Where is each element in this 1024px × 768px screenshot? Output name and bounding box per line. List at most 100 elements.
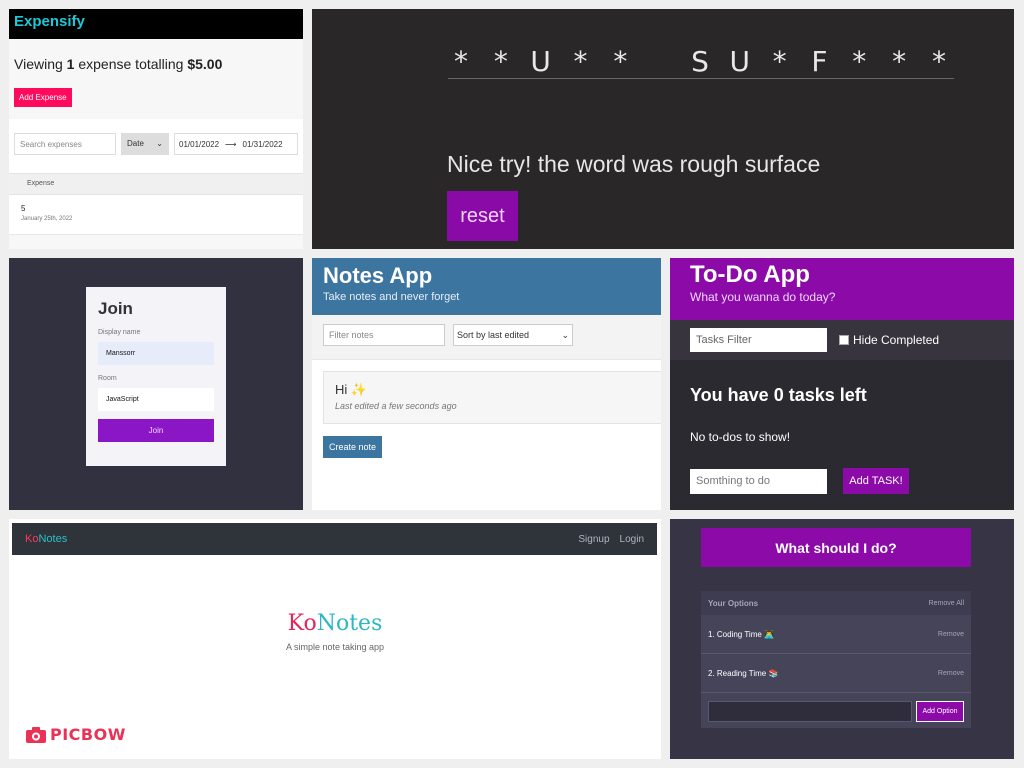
hide-completed-checkbox[interactable] (839, 335, 849, 345)
login-link[interactable]: Login (620, 534, 644, 545)
puzzle-letter: U (729, 45, 751, 78)
filter-notes-input[interactable]: Filter notes (323, 324, 445, 346)
puzzle-letter: * (493, 45, 508, 78)
brand-ko: Ko (25, 533, 39, 545)
sort-notes-value: Sort by last edited (457, 330, 530, 340)
list-item[interactable]: Hi ✨ Last edited a few seconds ago (323, 371, 661, 424)
option-text: 2. Reading Time 📚 (708, 668, 779, 678)
puzzle-letter: * (892, 45, 907, 78)
new-task-input[interactable]: Somthing to do (690, 468, 827, 494)
summary-prefix: Viewing (14, 56, 63, 72)
notes-app: Notes App Take notes and never forget Fi… (312, 258, 661, 510)
summary-mid: expense totalling (78, 56, 184, 72)
options-panel-header: Your Options Remove All (701, 591, 971, 615)
todo-app: To-Do App What you wanna do today? Tasks… (670, 258, 1014, 510)
room-label: Room (98, 375, 117, 382)
notes-subtitle: Take notes and never forget (323, 291, 460, 303)
notes-header: Notes App Take notes and never forget (312, 258, 661, 315)
konotes-app: KoNotes Signup Login KoNotes A simple no… (9, 519, 661, 759)
summary-count: 1 (66, 56, 75, 72)
hide-completed-toggle[interactable]: Hide Completed (839, 333, 939, 347)
puzzle-letter: * (573, 45, 588, 78)
expensify-header: Expensify (9, 9, 303, 39)
indecision-app: What should I do? Your Options Remove Al… (670, 519, 1014, 759)
hero-notes: Notes (316, 611, 383, 636)
search-expenses-input[interactable]: Search expenses (14, 133, 116, 155)
puzzle-letter: * (613, 45, 628, 78)
room-input[interactable]: JavaScript (98, 388, 214, 411)
puzzle-underline (448, 78, 954, 79)
expense-table-header: Expense (9, 173, 303, 195)
table-row[interactable]: 5 January 25th, 2022 (9, 195, 303, 235)
hangman-game: * * U * * S U * F * * * Nice try! the wo… (312, 9, 1014, 249)
konotes-navbar: KoNotes Signup Login (12, 523, 657, 555)
options-title: Your Options (708, 598, 759, 608)
new-option-input[interactable] (708, 701, 912, 722)
tasks-filter-input[interactable]: Tasks Filter (690, 328, 827, 352)
sort-notes-select[interactable]: Sort by last edited ⌄ (453, 324, 573, 346)
expense-filters: Search expenses Date ⌄ 01/01/2022 ⟶ 01/3… (9, 119, 303, 173)
expense-amount: 5 (21, 204, 26, 213)
puzzle-letter: * (931, 45, 946, 78)
add-task-form: Somthing to do Add TASK! (690, 468, 994, 494)
todo-filters: Tasks Filter Hide Completed (670, 320, 1014, 360)
puzzle-letter: * (772, 45, 787, 78)
display-name-label: Display name (98, 329, 141, 336)
word-puzzle: * * U * * S U * F * * * (448, 45, 952, 78)
arrow-right-icon: ⟶ (225, 140, 237, 149)
add-task-button[interactable]: Add TASK! (843, 468, 909, 494)
option-text: 1. Coding Time 👨‍💻 (708, 629, 774, 639)
note-edited-time: Last edited a few seconds ago (335, 401, 457, 411)
konotes-brand[interactable]: KoNotes (25, 533, 67, 545)
tasks-left-summary: You have 0 tasks left (690, 385, 867, 405)
brand-notes: Notes (38, 533, 68, 545)
game-status-message: Nice try! the word was rough surface (447, 151, 821, 177)
note-title: Hi ✨ (335, 382, 368, 397)
notes-title: Notes App (323, 263, 433, 288)
start-date[interactable]: 01/01/2022 (179, 140, 219, 149)
puzzle-letter: S (691, 45, 709, 78)
expensify-app: Expensify Viewing 1 expense totalling $5… (9, 9, 303, 249)
notes-filters: Filter notes Sort by last edited ⌄ (312, 315, 661, 360)
list-item: 2. Reading Time 📚 Remove (701, 654, 971, 693)
sort-by-value: Date (127, 139, 144, 148)
konotes-hero: KoNotes A simple note taking app (9, 611, 661, 652)
expense-summary: Viewing 1 expense totalling $5.00 (14, 56, 298, 72)
sort-by-select[interactable]: Date ⌄ (121, 133, 169, 155)
add-expense-button[interactable]: Add Expense (14, 88, 72, 107)
signup-link[interactable]: Signup (578, 534, 609, 545)
add-option-button[interactable]: Add Option (916, 701, 964, 722)
todo-header: To-Do App What you wanna do today? (670, 258, 1014, 320)
puzzle-letter: * (852, 45, 867, 78)
watermark-logo: PICBOW (25, 725, 126, 744)
date-range-picker[interactable]: 01/01/2022 ⟶ 01/31/2022 (174, 133, 298, 155)
hero-subtitle: A simple note taking app (285, 642, 385, 652)
camera-icon (26, 726, 46, 743)
chat-join-app: Join Display name Manssorr Room JavaScri… (9, 258, 303, 510)
join-button[interactable]: Join (98, 419, 214, 442)
join-card: Join Display name Manssorr Room JavaScri… (86, 287, 226, 466)
remove-all-button[interactable]: Remove All (929, 600, 964, 607)
puzzle-letter (647, 45, 673, 78)
puzzle-letter: * (454, 45, 468, 78)
chevron-down-icon: ⌄ (156, 139, 163, 148)
hero-ko: Ko (287, 611, 317, 636)
what-should-i-do-button[interactable]: What should I do? (701, 528, 971, 567)
expensify-title[interactable]: Expensify (14, 13, 85, 30)
todo-title: To-Do App (690, 261, 810, 288)
chevron-down-icon: ⌄ (561, 330, 569, 340)
puzzle-letter: F (811, 45, 828, 78)
options-panel: Your Options Remove All 1. Coding Time 👨… (701, 591, 971, 728)
display-name-input[interactable]: Manssorr (98, 342, 214, 365)
reset-button[interactable]: reset (447, 191, 518, 241)
hide-completed-label: Hide Completed (853, 333, 940, 347)
remove-option-button[interactable]: Remove (938, 670, 964, 677)
nav-links: Signup Login (578, 534, 644, 545)
end-date[interactable]: 01/31/2022 (243, 140, 283, 149)
empty-message: No to-dos to show! (690, 430, 791, 444)
remove-option-button[interactable]: Remove (938, 631, 964, 638)
list-item: 1. Coding Time 👨‍💻 Remove (701, 615, 971, 654)
todo-subtitle: What you wanna do today? (690, 290, 836, 304)
create-note-button[interactable]: Create note (323, 436, 383, 458)
join-title: Join (98, 299, 133, 318)
